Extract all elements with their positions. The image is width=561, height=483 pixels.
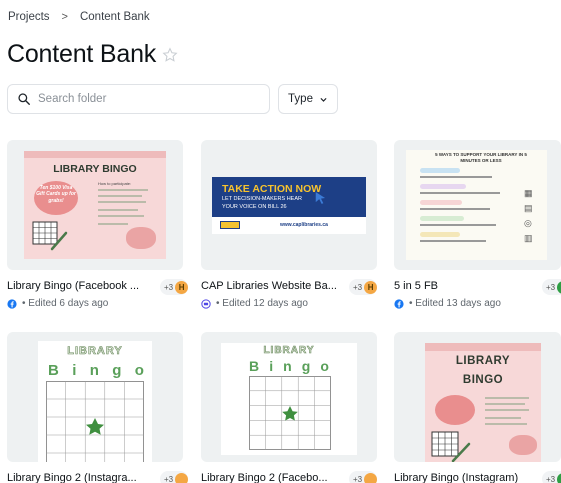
edited-timestamp: • Edited 12 days ago <box>216 298 308 309</box>
card-meta: • Edited 6 days ago <box>7 298 108 309</box>
avatar <box>557 472 561 483</box>
thumb-heading: LIBRARY <box>455 355 511 367</box>
thumb-icons: ▦ ▤ ◎ ▥ <box>524 188 533 243</box>
edited-timestamp: • Edited 6 days ago <box>22 298 109 309</box>
bingo-grid <box>249 376 331 450</box>
card-title[interactable]: 5 in 5 FB <box>394 280 544 292</box>
design-thumbnail[interactable]: LIBRARY B i n g o <box>201 332 377 462</box>
thumb-heading: 5 WAYS TO SUPPORT YOUR LIBRARY IN 5 MINU… <box>435 152 527 163</box>
thumb-howto: How to participate: <box>98 181 132 186</box>
avatar <box>557 280 561 294</box>
avatar: H <box>175 280 189 294</box>
thumb-heading: LIBRARY <box>263 345 315 357</box>
breadcrumb-projects-link[interactable]: Projects <box>8 11 50 23</box>
website-icon <box>201 298 211 309</box>
design-thumbnail[interactable]: LIBRARY BINGO <box>394 332 561 462</box>
card-meta: • Edited 13 days ago <box>394 298 501 309</box>
type-filter-button[interactable]: Type <box>278 84 338 114</box>
card-title[interactable]: Library Bingo (Instagram) <box>394 472 544 483</box>
thumb-promo: Ten $100 Visa Gift Cards up for grabs! <box>36 185 76 204</box>
design-thumbnail[interactable]: TAKE ACTION NOW LET DECISION-MAKERS HEAR… <box>201 140 377 270</box>
bingo-letters: B i n g o <box>48 362 144 379</box>
card-title[interactable]: Library Bingo 2 (Facebo... <box>201 472 351 483</box>
cursor-icon <box>315 192 326 204</box>
avatar <box>175 472 189 483</box>
collaborators-badge[interactable]: +3 <box>349 471 378 483</box>
design-thumbnail[interactable]: LIBRARY BINGO Ten $100 Visa Gift Cards u… <box>7 140 183 270</box>
thumb-line1: LET DECISION-MAKERS HEAR <box>222 196 302 202</box>
breadcrumb: Projects > Content Bank <box>8 11 150 23</box>
thumb-heading: TAKE ACTION NOW <box>222 183 322 195</box>
bingo-grid <box>46 381 144 462</box>
star-icon[interactable] <box>162 46 178 63</box>
breadcrumb-separator: > <box>61 11 68 23</box>
facebook-icon <box>7 298 17 309</box>
search-icon <box>18 93 30 105</box>
thumb-line2: YOUR VOICE ON BILL 26 <box>222 204 287 210</box>
bingo-card-graphic <box>32 221 68 251</box>
card-title[interactable]: CAP Libraries Website Ba... <box>201 280 351 292</box>
thumb-heading: LIBRARY BINGO <box>53 163 137 175</box>
facebook-icon <box>394 298 404 309</box>
thumb-heading: LIBRARY <box>67 345 123 358</box>
type-filter-label: Type <box>288 93 313 105</box>
bingo-letters: B i n g o <box>249 358 329 374</box>
cap-logo <box>220 221 240 229</box>
thumb-url: www.caplibraries.ca <box>280 222 328 228</box>
collaborators-badge[interactable]: +3 H <box>160 279 189 295</box>
collaborators-badge[interactable]: +3 <box>542 279 561 295</box>
card-title[interactable]: Library Bingo 2 (Instagra... <box>7 472 157 483</box>
avatar: H <box>364 280 378 294</box>
thumb-heading-2: BINGO <box>462 374 504 386</box>
design-thumbnail[interactable]: LIBRARY B i n g o <box>7 332 183 462</box>
chevron-down-icon <box>320 97 327 102</box>
bingo-card-graphic <box>431 431 471 462</box>
search-box[interactable] <box>7 84 270 114</box>
collaborators-badge[interactable]: +3 H <box>349 279 378 295</box>
collaborators-badge[interactable]: +3 <box>542 471 561 483</box>
card-meta: • Edited 12 days ago <box>201 298 308 309</box>
breadcrumb-current: Content Bank <box>79 11 150 23</box>
collaborators-badge[interactable]: +3 <box>160 471 189 483</box>
card-title[interactable]: Library Bingo (Facebook ... <box>7 280 157 292</box>
avatar <box>364 472 378 483</box>
search-input[interactable] <box>38 93 248 105</box>
design-thumbnail[interactable]: 5 WAYS TO SUPPORT YOUR LIBRARY IN 5 MINU… <box>394 140 561 270</box>
edited-timestamp: • Edited 13 days ago <box>409 298 501 309</box>
title-row: Content Bank <box>7 40 178 69</box>
page-title: Content Bank <box>7 40 157 68</box>
